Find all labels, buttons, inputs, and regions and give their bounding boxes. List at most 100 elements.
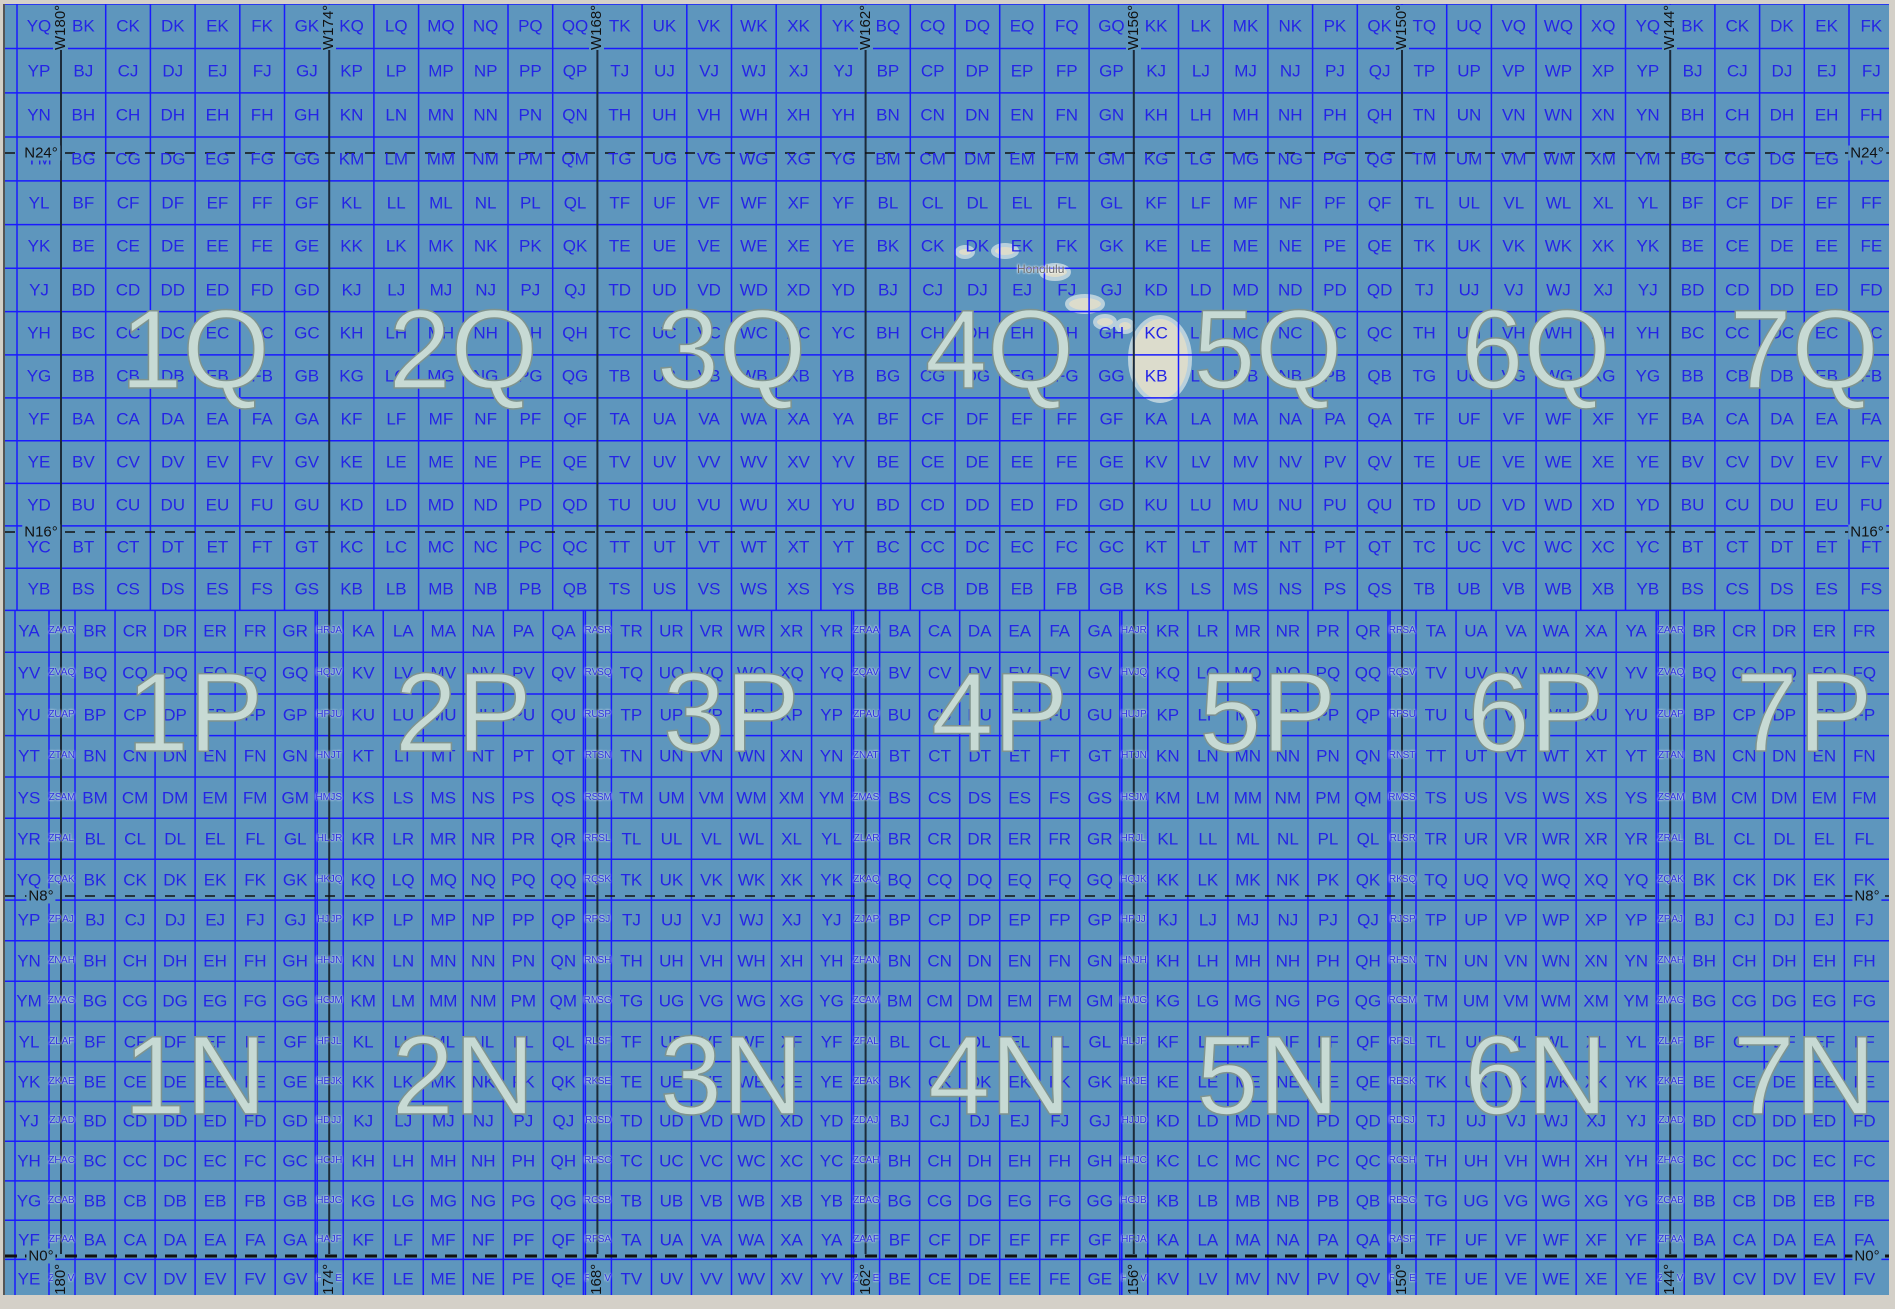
grid-square-label: YE bbox=[1636, 452, 1660, 472]
grid-square-label: WJ bbox=[741, 61, 767, 81]
grid-square-label: TE bbox=[620, 1072, 643, 1092]
grid-square-label: YJ bbox=[1637, 280, 1658, 300]
grid-square-label: EE bbox=[1010, 452, 1034, 472]
grid-square-edge-label: AJ bbox=[1671, 914, 1684, 926]
grid-square-label: DK bbox=[1770, 16, 1794, 36]
grid-square-label: QQ bbox=[550, 870, 577, 890]
grid-square-label: CP bbox=[927, 910, 952, 930]
grid-square-label: XL bbox=[781, 829, 802, 849]
grid-square-label: UH bbox=[1463, 1151, 1489, 1171]
grid-square-label: LP bbox=[392, 910, 414, 930]
grid-square-label: YG bbox=[26, 366, 52, 386]
grid-square-label: WG bbox=[1541, 1191, 1571, 1210]
grid-square-label: YJ bbox=[29, 280, 49, 300]
grid-square-label: YN bbox=[17, 951, 41, 971]
grid-square-label: PR bbox=[1316, 621, 1340, 641]
grid-square-label: QU bbox=[1366, 495, 1393, 515]
grid-square-edge-label: AL bbox=[61, 832, 75, 844]
grid-square-label: KP bbox=[1156, 705, 1180, 725]
utm-zone-label: 7P bbox=[1735, 650, 1874, 775]
grid-square-label: BM bbox=[82, 788, 108, 808]
grid-square-label: QA bbox=[1367, 409, 1392, 429]
grid-square-label: YH bbox=[17, 1151, 41, 1171]
grid-square-label: XT bbox=[787, 537, 810, 557]
grid-square-label: VH bbox=[697, 105, 721, 125]
grid-square-label: KM bbox=[350, 991, 376, 1011]
grid-square-label: FH bbox=[1860, 105, 1883, 125]
grid-square-label: EA bbox=[1815, 409, 1838, 429]
grid-square-label: VU bbox=[697, 495, 721, 515]
grid-square-label: GH bbox=[1087, 1151, 1113, 1171]
grid-square-label: YM bbox=[1635, 149, 1661, 169]
grid-square-label: BF bbox=[877, 409, 899, 429]
grid-square-label: CP bbox=[920, 61, 945, 81]
grid-square-label: EU bbox=[1814, 495, 1839, 515]
grid-square-edge-label: JG bbox=[1134, 995, 1148, 1007]
grid-square-label: BL bbox=[84, 829, 106, 849]
grid-square-label: VR bbox=[1504, 829, 1528, 849]
grid-square-label: QF bbox=[563, 409, 587, 429]
grid-square-label: FR bbox=[1853, 621, 1876, 641]
grid-square-label: WA bbox=[1542, 621, 1570, 641]
grid-square-label: YG bbox=[1635, 366, 1661, 386]
utm-zone-label: 5N bbox=[1195, 1013, 1340, 1138]
grid-square-edge-label: ZP bbox=[48, 914, 62, 926]
grid-square-label: WH bbox=[739, 105, 769, 125]
grid-square-label: CK bbox=[116, 16, 140, 36]
grid-square-label: YF bbox=[820, 1032, 843, 1052]
grid-square-edge-label: AG bbox=[60, 995, 76, 1007]
grid-square-label: TD bbox=[608, 280, 632, 300]
grid-square-label: LL bbox=[386, 193, 406, 213]
grid-square-label: WE bbox=[1542, 1269, 1570, 1289]
grid-square-edge-label: ZS bbox=[48, 791, 62, 803]
grid-square-label: UJ bbox=[661, 910, 682, 930]
grid-square-label: VJ bbox=[701, 910, 722, 930]
grid-square-label: BE bbox=[888, 1269, 911, 1289]
grid-square-label: LS bbox=[1190, 579, 1212, 599]
grid-square-label: WE bbox=[1544, 452, 1573, 472]
grid-square-label: YK bbox=[27, 236, 51, 256]
grid-square-label: NE bbox=[471, 1269, 496, 1289]
grid-square-label: DB bbox=[965, 579, 990, 599]
grid-square-edge-label: AF bbox=[866, 1233, 879, 1245]
grid-square-label: GE bbox=[294, 236, 320, 256]
grid-square-label: XG bbox=[786, 149, 811, 169]
grid-square-label: TC bbox=[608, 323, 632, 343]
grid-square-label: DV bbox=[1770, 452, 1794, 472]
grid-square-label: EM bbox=[1811, 788, 1838, 808]
grid-square-label: YC bbox=[819, 1151, 844, 1171]
grid-square-label: LS bbox=[392, 788, 414, 808]
grid-square-label: YT bbox=[18, 746, 40, 766]
grid-square-label: GR bbox=[1087, 829, 1113, 849]
grid-square-label: PD bbox=[518, 495, 543, 515]
grid-square-label: XE bbox=[1584, 1269, 1608, 1289]
grid-square-label: UH bbox=[652, 105, 677, 125]
grid-square-label: UT bbox=[653, 537, 676, 557]
mgrs-grid-map[interactable]: YQ BK CK DK EK FK GK KQ LQ MQ NQ PQ QQ TK UK VK WK XK YK BQ… bbox=[3, 4, 1889, 1295]
grid-square-edge-label: JP bbox=[330, 914, 343, 926]
grid-square-edge-label: ZT bbox=[1658, 750, 1671, 762]
grid-square-label: KT bbox=[352, 746, 375, 766]
grid-square-label: KR bbox=[1156, 621, 1180, 641]
grid-square-edge-label: RJ bbox=[1389, 914, 1403, 926]
grid-square-label: YV bbox=[1624, 663, 1648, 683]
grid-square-label: WH bbox=[737, 951, 766, 971]
grid-square-label: KF bbox=[352, 1230, 375, 1250]
grid-square-label: DT bbox=[161, 537, 185, 557]
grid-square-label: DF bbox=[968, 1230, 992, 1250]
grid-square-edge-label: ZK bbox=[48, 1075, 62, 1087]
grid-square-edge-label: AG bbox=[1669, 995, 1685, 1007]
grid-square-label: TB bbox=[1413, 579, 1436, 599]
grid-square-label: YC bbox=[27, 537, 51, 557]
grid-square-label: QK bbox=[551, 1072, 576, 1092]
grid-square-label: BA bbox=[1681, 409, 1704, 429]
grid-square-label: TT bbox=[609, 537, 631, 557]
grid-square-label: QT bbox=[1367, 537, 1392, 557]
grid-square-label: GJ bbox=[295, 61, 318, 81]
grid-square-label: VN bbox=[1504, 951, 1528, 971]
grid-square-label: KF bbox=[1156, 1032, 1179, 1052]
grid-square-label: XM bbox=[778, 788, 805, 808]
grid-square-label: EU bbox=[205, 495, 230, 515]
grid-square-label: QJ bbox=[1368, 61, 1391, 81]
grid-square-label: YF bbox=[1625, 1230, 1648, 1250]
